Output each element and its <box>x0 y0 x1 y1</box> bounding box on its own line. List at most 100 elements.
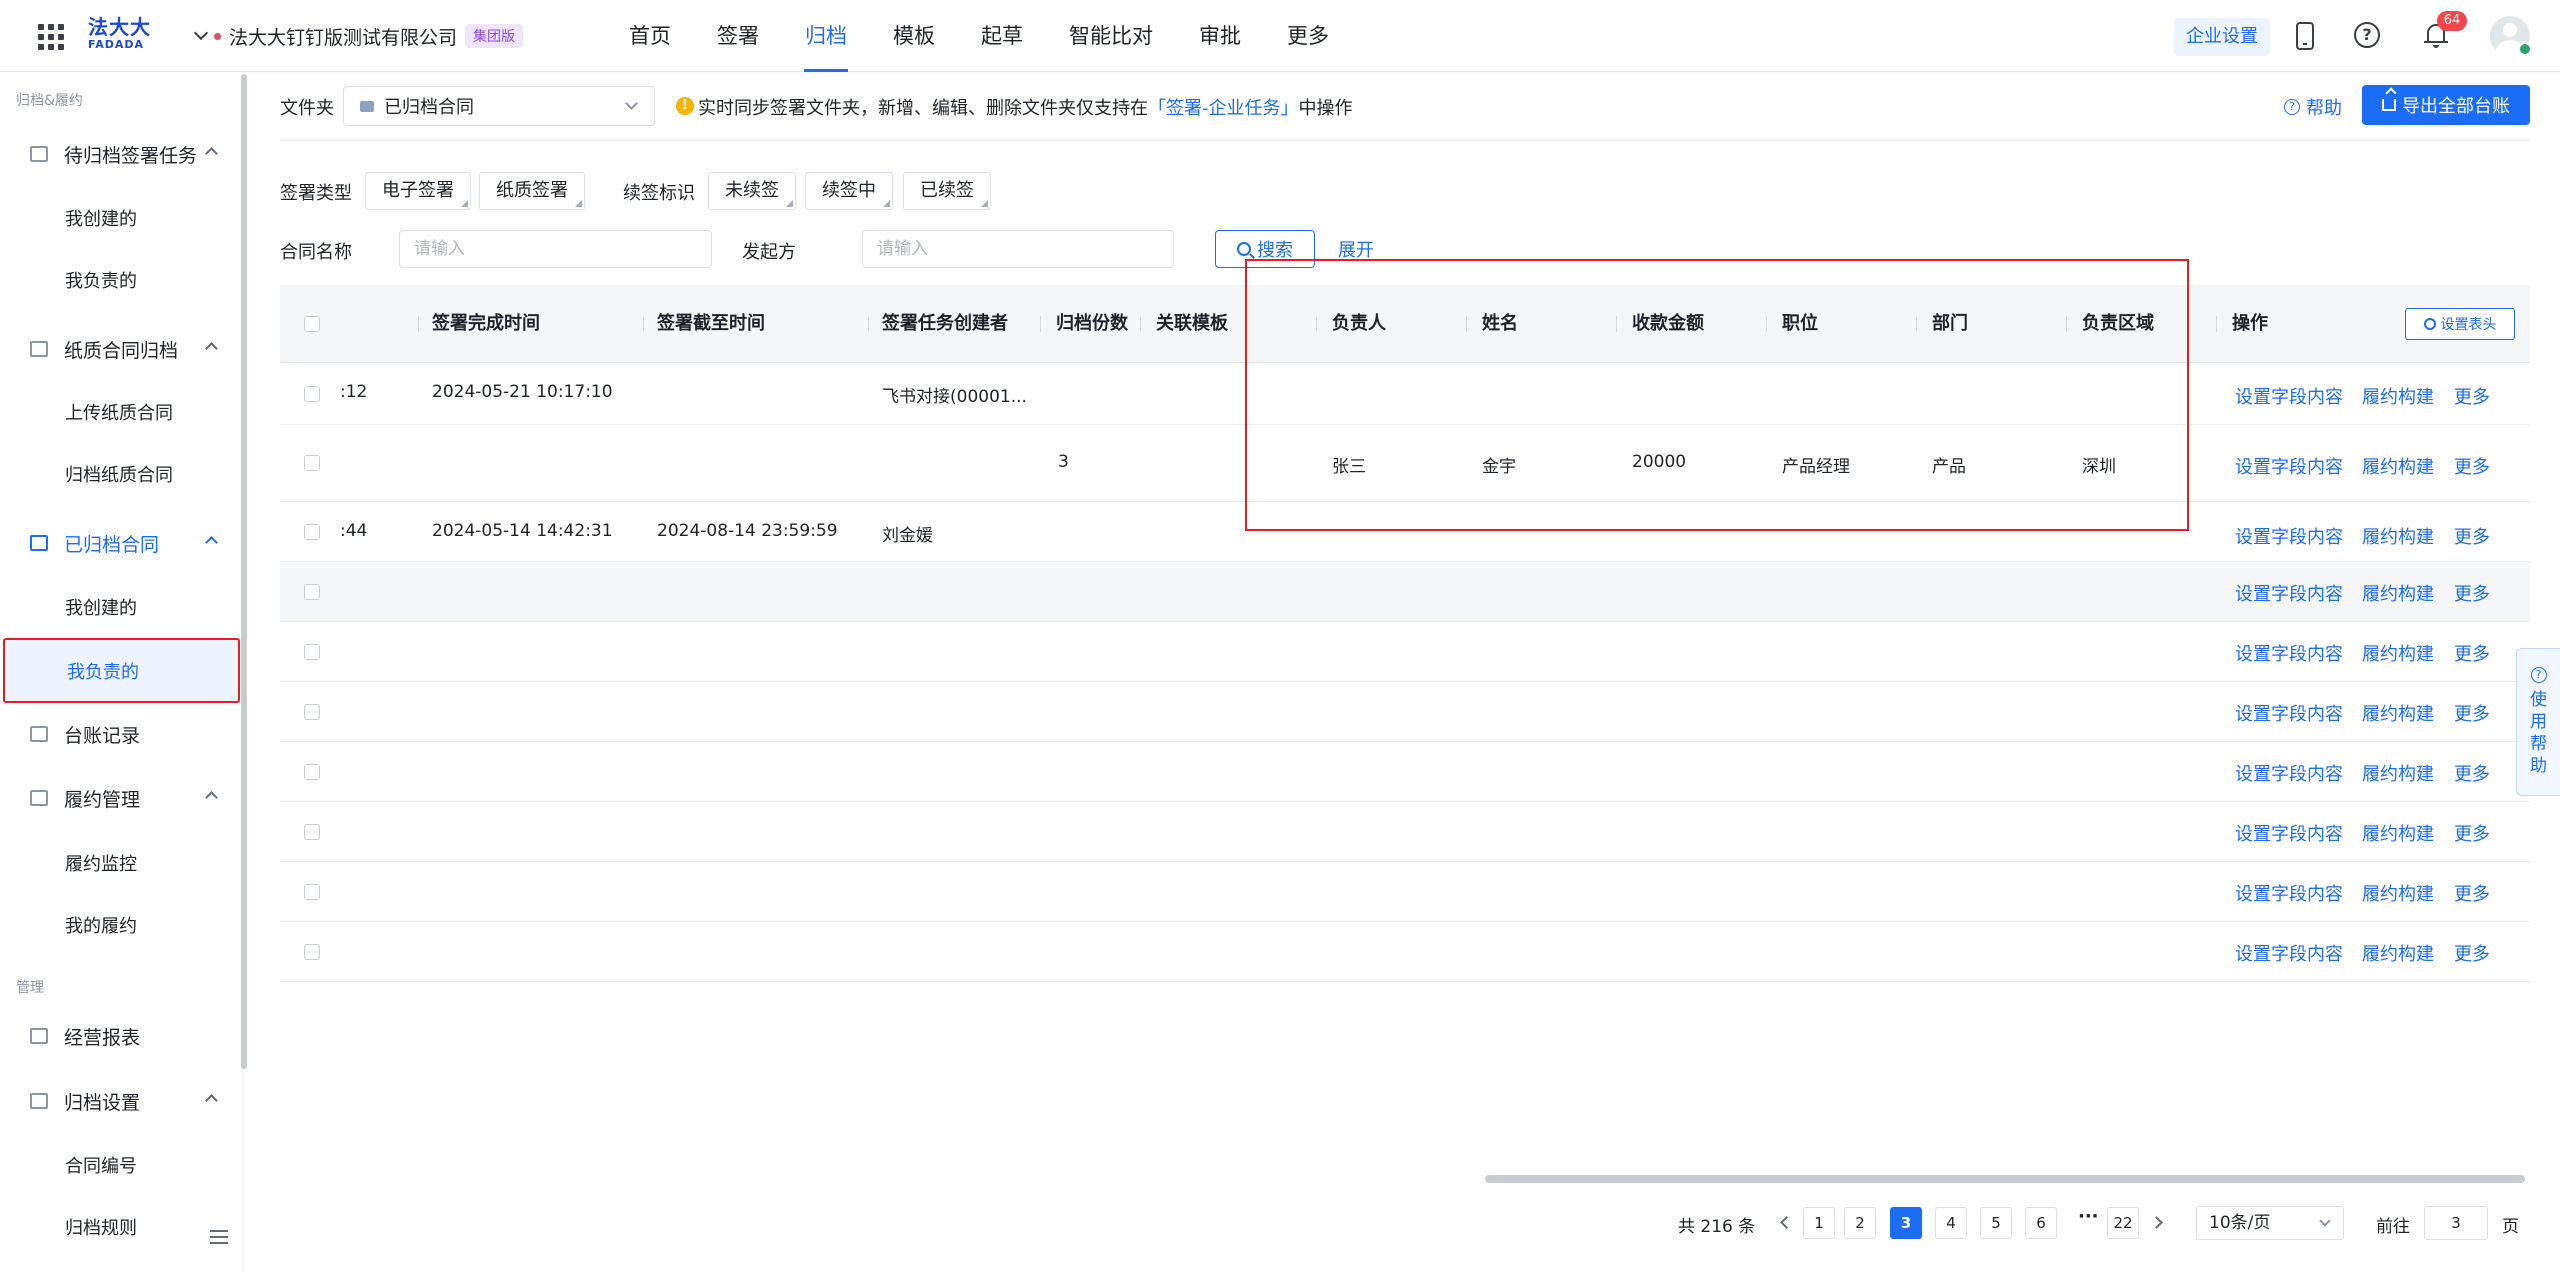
fadada-logo[interactable]: 法大大 FADADA <box>88 16 154 56</box>
table-row[interactable]: 设置字段内容 履约构建 更多 <box>280 742 2530 802</box>
nav-more[interactable]: 更多 <box>1286 0 1330 72</box>
more-link[interactable]: 更多 <box>2454 580 2490 606</box>
sidebar-group-archived[interactable]: 已归档合同 <box>30 523 220 563</box>
row-checkbox[interactable] <box>304 944 320 960</box>
floating-help-button[interactable]: ? 使用帮助 <box>2516 648 2560 796</box>
sign-enterprise-task-link[interactable]: 「签署-企业任务」 <box>1148 98 1299 119</box>
page-size-select[interactable]: 10条/页 <box>2196 1206 2344 1240</box>
nav-template[interactable]: 模板 <box>892 0 936 72</box>
prev-page-icon[interactable] <box>1780 1216 1793 1229</box>
sidebar-scrollbar[interactable] <box>241 74 247 1069</box>
table-row[interactable]: 设置字段内容 履约构建 更多 <box>280 862 2530 922</box>
next-page-icon[interactable] <box>2150 1216 2163 1229</box>
build-link[interactable]: 履约构建 <box>2362 820 2434 846</box>
col-deadline[interactable]: 签署截至时间 <box>657 285 765 363</box>
nav-approval[interactable]: 审批 <box>1198 0 1242 72</box>
build-link[interactable]: 履约构建 <box>2362 453 2434 479</box>
collapse-sidebar-icon[interactable] <box>210 1230 228 1244</box>
nav-archive[interactable]: 归档 <box>804 0 848 72</box>
row-checkbox[interactable] <box>304 704 320 720</box>
row-checkbox[interactable] <box>304 764 320 780</box>
set-fields-link[interactable]: 设置字段内容 <box>2235 523 2343 549</box>
nav-draft[interactable]: 起草 <box>980 0 1024 72</box>
app-grid-icon[interactable] <box>38 24 64 50</box>
more-link[interactable]: 更多 <box>2454 820 2490 846</box>
table-row[interactable]: 设置字段内容 履约构建 更多 <box>280 622 2530 682</box>
table-row[interactable]: 设置字段内容 履约构建 更多 <box>280 562 2530 622</box>
more-link[interactable]: 更多 <box>2454 383 2490 409</box>
select-all-checkbox[interactable] <box>304 316 320 332</box>
folder-select[interactable]: 已归档合同 <box>343 86 655 126</box>
build-link[interactable]: 履约构建 <box>2362 940 2434 966</box>
sidebar-item-pending-owned[interactable]: 我负责的 <box>65 262 137 302</box>
build-link[interactable]: 履约构建 <box>2362 880 2434 906</box>
set-fields-link[interactable]: 设置字段内容 <box>2235 940 2343 966</box>
set-fields-link[interactable]: 设置字段内容 <box>2235 700 2343 726</box>
row-checkbox[interactable] <box>304 644 320 660</box>
set-fields-link[interactable]: 设置字段内容 <box>2235 580 2343 606</box>
page-4[interactable]: 4 <box>1935 1207 1967 1239</box>
col-template[interactable]: 关联模板 <box>1156 285 1228 363</box>
set-fields-link[interactable]: 设置字段内容 <box>2235 383 2343 409</box>
nav-compare[interactable]: 智能比对 <box>1068 0 1154 72</box>
set-fields-link[interactable]: 设置字段内容 <box>2235 760 2343 786</box>
sidebar-item-archive-rules[interactable]: 归档规则 <box>65 1209 137 1249</box>
build-link[interactable]: 履约构建 <box>2362 580 2434 606</box>
help-link[interactable]: ? 帮助 <box>2284 94 2342 120</box>
page-last[interactable]: 22 <box>2107 1207 2139 1239</box>
more-link[interactable]: 更多 <box>2454 760 2490 786</box>
build-link[interactable]: 履约构建 <box>2362 383 2434 409</box>
sidebar-item-contract-number[interactable]: 合同编号 <box>65 1147 137 1187</box>
page-3-current[interactable]: 3 <box>1890 1207 1922 1239</box>
sidebar-group-paper[interactable]: 纸质合同归档 <box>30 329 220 369</box>
build-link[interactable]: 履约构建 <box>2362 760 2434 786</box>
set-fields-link[interactable]: 设置字段内容 <box>2235 640 2343 666</box>
tag-paper-sign[interactable]: 纸质签署 <box>479 172 585 210</box>
row-checkbox[interactable] <box>304 884 320 900</box>
initiator-input[interactable]: 请输入 <box>862 230 1174 268</box>
tag-electronic-sign[interactable]: 电子签署 <box>365 172 471 210</box>
set-fields-link[interactable]: 设置字段内容 <box>2235 453 2343 479</box>
table-row[interactable]: 设置字段内容 履约构建 更多 <box>280 802 2530 862</box>
table-horizontal-scrollbar[interactable] <box>1485 1175 2525 1183</box>
page-6[interactable]: 6 <box>2025 1207 2057 1239</box>
table-row[interactable]: 设置字段内容 履约构建 更多 <box>280 922 2530 982</box>
tag-renewing[interactable]: 续签中 <box>805 172 893 210</box>
company-switcher[interactable]: 法大大钉钉版测试有限公司 集团版 <box>193 22 524 50</box>
row-checkbox[interactable] <box>304 455 320 471</box>
sidebar-item-perf-mine[interactable]: 我的履约 <box>65 907 137 947</box>
sidebar-group-settings[interactable]: 归档设置 <box>30 1081 220 1121</box>
nav-sign[interactable]: 签署 <box>716 0 760 72</box>
more-pages-icon[interactable]: ··· <box>2078 1206 2099 1227</box>
more-link[interactable]: 更多 <box>2454 453 2490 479</box>
more-link[interactable]: 更多 <box>2454 940 2490 966</box>
row-checkbox[interactable] <box>304 524 320 540</box>
col-copies[interactable]: 归档份数 <box>1056 285 1128 363</box>
tag-not-renewed[interactable]: 未续签 <box>708 172 796 210</box>
set-columns-button[interactable]: 设置表头 <box>2405 308 2515 340</box>
page-1[interactable]: 1 <box>1803 1207 1835 1239</box>
sidebar-item-perf-monitor[interactable]: 履约监控 <box>65 845 137 885</box>
page-2[interactable]: 2 <box>1844 1207 1876 1239</box>
tag-renewed[interactable]: 已续签 <box>903 172 991 210</box>
help-icon[interactable]: ? <box>2354 22 2380 48</box>
sidebar-item-paper-upload[interactable]: 上传纸质合同 <box>65 394 173 434</box>
build-link[interactable]: 履约构建 <box>2362 523 2434 549</box>
set-fields-link[interactable]: 设置字段内容 <box>2235 880 2343 906</box>
row-checkbox[interactable] <box>304 386 320 402</box>
sidebar-group-ledger[interactable]: 台账记录 <box>30 714 220 754</box>
export-all-ledger-button[interactable]: 导出全部台账 <box>2362 85 2530 125</box>
more-link[interactable]: 更多 <box>2454 700 2490 726</box>
sidebar-group-pending[interactable]: 待归档签署任务 <box>30 134 220 174</box>
enterprise-settings-button[interactable]: 企业设置 <box>2174 18 2270 56</box>
row-checkbox[interactable] <box>304 584 320 600</box>
sidebar-item-archived-created[interactable]: 我创建的 <box>65 589 137 629</box>
mobile-icon[interactable] <box>2296 22 2314 50</box>
more-link[interactable]: 更多 <box>2454 640 2490 666</box>
col-creator[interactable]: 签署任务创建者 <box>882 285 1008 363</box>
build-link[interactable]: 履约构建 <box>2362 700 2434 726</box>
build-link[interactable]: 履约构建 <box>2362 640 2434 666</box>
row-checkbox[interactable] <box>304 824 320 840</box>
goto-page-input[interactable]: 3 <box>2424 1206 2488 1240</box>
sidebar-item-paper-archive[interactable]: 归档纸质合同 <box>65 456 173 496</box>
